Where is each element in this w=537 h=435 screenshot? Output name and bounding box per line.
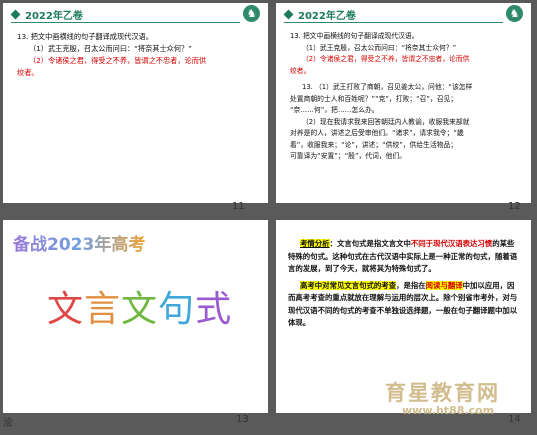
diamond-icon (10, 9, 21, 20)
slide-12[interactable]: 2022年乙卷 ♞ 13. 把文中画横线的句子翻译成现代汉语。 （1）武王克殷，… (276, 3, 531, 203)
answer-line: 对养是的人，讲述之后受审他们。“诸求”，请求我令；“畿 (290, 129, 464, 137)
slide-number: 13 (236, 414, 249, 425)
big-title-char: 文 (47, 289, 85, 330)
slide-header-title: 2022年乙卷 (25, 11, 83, 22)
question-line: 13. 把文中画横线的句子翻译成现代汉语。 (17, 32, 153, 41)
top-title: 备战2023年高考 (13, 230, 145, 255)
logo-icon: ♞ (243, 5, 260, 22)
question-line: （2）令诸侯之君，得受之不养，皆谓之不忠者，论而供 (29, 56, 207, 65)
answer-line: 处置商朝的士人和百姓呢？”“克”，打败；“召”，召见； (290, 94, 458, 103)
question-line: 13. 把文中画横线的句子翻译成现代汉语。 (290, 32, 419, 40)
slide-11[interactable]: 2022年乙卷 ♞ 13. 把文中画横线的句子翻译成现代汉语。 （1）武王克殷，… (3, 3, 268, 203)
answer-line: （2）现在我请求我来回答朝廷内人教谕，收服我来部就 (302, 117, 470, 126)
big-title-char: 文 (121, 289, 159, 330)
watermark: 育星教育网 (385, 381, 500, 405)
slide-body: 13. 把文中画横线的句子翻译成现代汉语。 （1）武王克殷，召太公而问曰：“将奈… (290, 31, 519, 163)
question-line: （2）令诸侯之君，得受之不养，皆谓之不忠者，论而供 (302, 55, 470, 63)
answer-line: 可靠译为“安置”；“殷”，代词，他们。 (290, 152, 407, 160)
slide-header: 2022年乙卷 ♞ (3, 3, 268, 25)
analysis-highlight: 不同于现代汉语表达习惯 (410, 239, 493, 248)
question-line: （1）武王克殷，召太公而问曰：“将奈其士众何？” (302, 43, 457, 52)
slide-13[interactable]: 备战2023年高考 文言文句式 (3, 220, 268, 413)
analysis-paragraph: 考情分析：文言句式是指文言文中不同于现代汉语表达习惯的某些特殊的句式。这种句式在… (288, 238, 521, 276)
slide-header-title: 2022年乙卷 (298, 11, 356, 22)
slide-body: 考情分析：文言句式是指文言文中不同于现代汉语表达习惯的某些特殊的句式。这种句式在… (288, 238, 521, 330)
answer-line: “奈……何”，把……怎么办。 (290, 106, 379, 114)
header-divider (11, 22, 240, 23)
big-title-char: 言 (84, 289, 122, 330)
exam-label: 高考中对常见文言句式的考查 (300, 280, 397, 290)
slide-number: 14 (508, 414, 521, 425)
watermark-url: www.ht88.com (402, 404, 495, 417)
slide-header: 2022年乙卷 ♞ (276, 3, 531, 25)
slide-number: 12 (508, 201, 521, 212)
answer-line: 13. （1）武王打败了商朝，召见姜太公，问他：“该怎样 (302, 83, 473, 91)
exam-text: ，是指在 (396, 280, 426, 290)
logo-icon: ♞ (506, 5, 523, 22)
slide-body: 13. 把文中画横线的句子翻译成现代汉语。 （1）武王克殷，召太公而问曰：“将奈… (17, 31, 256, 79)
diamond-icon (283, 9, 294, 20)
analysis-text: ：文言句式是指文言文中 (329, 239, 411, 248)
answer-line: 着”，收服我来；“论”，讲述；“供绞”，供给生活物品； (290, 140, 458, 149)
big-title: 文言文句式 (47, 280, 232, 332)
header-divider (284, 22, 503, 23)
analysis-label: 考情分析 (300, 239, 330, 248)
question-line: 绞者。 (290, 66, 311, 75)
exam-highlight: 阅读与翻译 (425, 280, 463, 290)
slide-number: 11 (232, 201, 245, 212)
question-line: 绞者。 (17, 68, 39, 77)
big-title-char: 式 (195, 289, 233, 330)
corner-text: 浍 (3, 418, 13, 429)
big-title-char: 句 (158, 289, 196, 330)
question-line: （1）武王克殷，召太公而问曰：“将奈其士众何？” (29, 44, 192, 53)
exam-paragraph: 高考中对常见文言句式的考查，是指在阅读与翻译中加以应用，因而高考考查的重点就放在… (288, 280, 521, 330)
